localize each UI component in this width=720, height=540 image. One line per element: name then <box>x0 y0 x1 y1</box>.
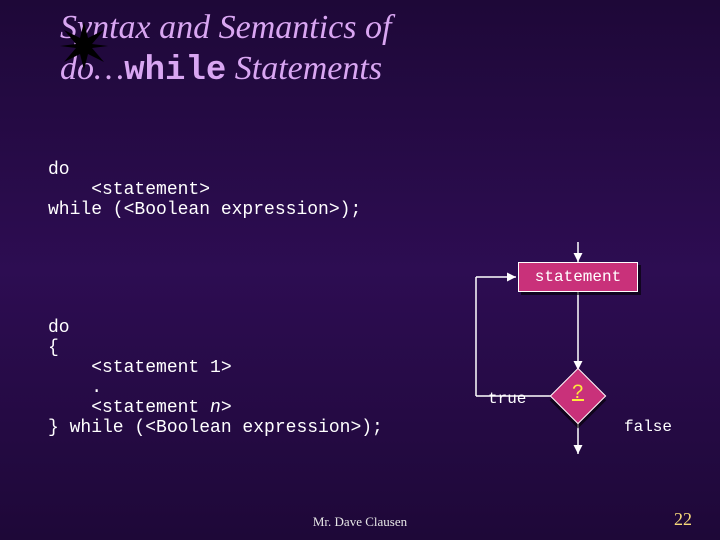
footer-author: Mr. Dave Clausen <box>0 514 720 530</box>
code-block-compound: do { <statement 1> . <statement n> } whi… <box>48 318 383 438</box>
flow-false-label: false <box>624 418 672 436</box>
starburst-icon <box>60 22 108 70</box>
code-line: <statement <box>48 398 210 418</box>
code-em-n: n <box>210 398 221 418</box>
code-line: { <box>48 338 59 358</box>
title-text: Syntax and Semantics of do…while Stateme… <box>60 8 391 92</box>
flow-true-label: true <box>488 390 526 408</box>
code-line: > <box>221 398 232 418</box>
footer-page-number: 22 <box>674 509 692 530</box>
code-line: . <box>48 378 102 398</box>
code-line: do <box>48 318 70 338</box>
code-line: <statement 1> <box>48 358 232 378</box>
code-block-single: do <statement> while (<Boolean expressio… <box>48 160 361 220</box>
title-line2-post: Statements <box>226 50 382 87</box>
flow-diagram: statement ? true false <box>438 250 708 460</box>
slide-title: Syntax and Semantics of do…while Stateme… <box>60 8 391 92</box>
code-line: } while (<Boolean expression>); <box>48 418 383 438</box>
title-line1: Syntax and Semantics of <box>60 9 391 46</box>
code-line: do <box>48 160 70 180</box>
flow-statement-box: statement <box>518 262 638 292</box>
flow-decision-label: ? <box>572 382 584 405</box>
code-line: while (<Boolean expression>); <box>48 200 361 220</box>
code-line: <statement> <box>48 180 210 200</box>
title-keyword: while <box>124 52 226 90</box>
